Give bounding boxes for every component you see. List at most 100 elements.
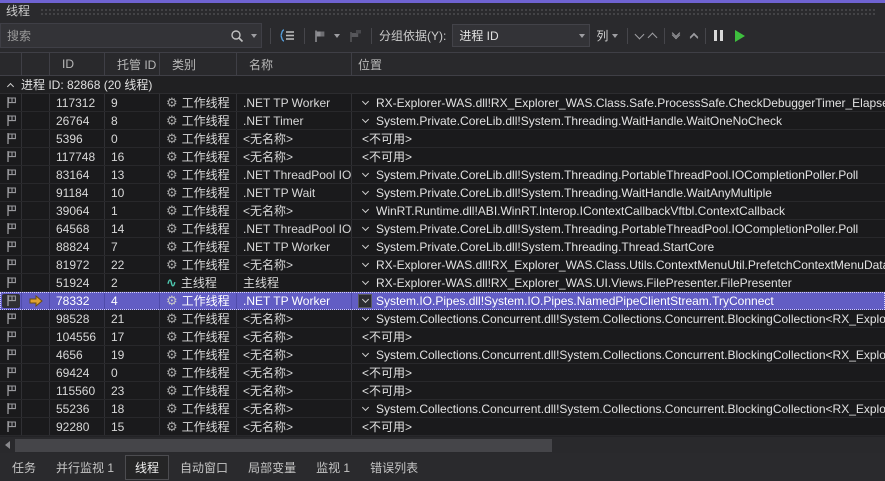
table-row[interactable]: 64568 14 工作线程 .NET ThreadPool IO System.… [0, 220, 885, 238]
flag-icon[interactable] [2, 294, 20, 308]
flag-cell[interactable] [0, 364, 22, 381]
flag-cell[interactable] [0, 112, 22, 129]
flag-cell[interactable] [0, 292, 22, 309]
tool-window-titlebar[interactable]: 线程 [0, 3, 885, 19]
column-header-current[interactable] [22, 53, 50, 75]
location-cell[interactable]: System.Private.CoreLib.dll!System.Thread… [352, 220, 885, 237]
process-group-header[interactable]: 进程 ID: 82868 (20 线程) [0, 76, 885, 94]
table-row[interactable]: 51924 2 主线程 主线程 RX-Explorer-WAS.dll!RX_E… [0, 274, 885, 292]
flag-cell[interactable] [0, 328, 22, 345]
tab-监视 1[interactable]: 监视 1 [307, 456, 359, 479]
expand-all-button[interactable] [670, 24, 682, 48]
search-input[interactable]: 搜索 [0, 23, 262, 48]
flag-cell[interactable] [0, 382, 22, 399]
flag-icon[interactable] [2, 168, 20, 182]
column-header-location[interactable]: 位置 [352, 53, 885, 75]
flag-icon[interactable] [2, 186, 20, 200]
flag-cell[interactable] [0, 238, 22, 255]
collapse-group-icon[interactable] [7, 83, 14, 90]
table-row[interactable]: 55236 18 工作线程 <无名称> System.Collections.C… [0, 400, 885, 418]
titlebar-drag-handle[interactable] [40, 7, 877, 15]
flag-icon[interactable] [2, 222, 20, 236]
flag-cell[interactable] [0, 256, 22, 273]
flag-cell[interactable] [0, 400, 22, 417]
location-cell[interactable]: RX-Explorer-WAS.dll!RX_Explorer_WAS.UI.V… [352, 274, 885, 291]
column-header-managed-id[interactable]: 托管 ID [105, 53, 160, 75]
expand-stack-chevron-icon[interactable] [358, 168, 372, 182]
flag-icon[interactable] [2, 150, 20, 164]
table-row[interactable]: 26764 8 工作线程 .NET Timer System.Private.C… [0, 112, 885, 130]
table-row[interactable]: 104556 17 工作线程 <无名称> <不可用> [0, 328, 885, 346]
location-cell[interactable]: System.Private.CoreLib.dll!System.Thread… [352, 238, 885, 255]
location-cell[interactable]: System.Private.CoreLib.dll!System.Thread… [352, 166, 885, 183]
tab-并行监视 1[interactable]: 并行监视 1 [47, 456, 123, 479]
thaw-thread-button[interactable] [730, 24, 748, 48]
table-row[interactable]: 69424 0 工作线程 <无名称> <不可用> [0, 364, 885, 382]
prev-frame-button[interactable] [646, 24, 659, 48]
flag-cell[interactable] [0, 166, 22, 183]
collapse-all-button[interactable] [688, 24, 700, 48]
flag-cell[interactable] [0, 202, 22, 219]
location-cell[interactable]: System.IO.Pipes.dll!System.IO.Pipes.Name… [352, 292, 885, 309]
location-cell[interactable]: System.Collections.Concurrent.dll!System… [352, 400, 885, 417]
expand-stack-chevron-icon[interactable] [358, 204, 372, 218]
location-cell[interactable]: <不可用> [352, 148, 885, 165]
column-header-category[interactable]: 类别 [160, 53, 237, 75]
expand-stack-chevron-icon[interactable] [358, 240, 372, 254]
flag-icon[interactable] [2, 276, 20, 290]
table-row[interactable]: 92280 15 工作线程 <无名称> <不可用> [0, 418, 885, 436]
location-cell[interactable]: <不可用> [352, 418, 885, 435]
column-header-name[interactable]: 名称 [237, 53, 352, 75]
table-row[interactable]: 83164 13 工作线程 .NET ThreadPool IO System.… [0, 166, 885, 184]
table-row[interactable]: 98528 21 工作线程 <无名称> System.Collections.C… [0, 310, 885, 328]
expand-stack-chevron-icon[interactable] [358, 222, 372, 236]
flag-icon[interactable] [2, 204, 20, 218]
location-cell[interactable]: WinRT.Runtime.dll!ABI.WinRT.Interop.ICon… [352, 202, 885, 219]
expand-stack-chevron-icon[interactable] [358, 294, 372, 308]
flag-cell[interactable] [0, 94, 22, 111]
location-cell[interactable]: RX-Explorer-WAS.dll!RX_Explorer_WAS.Clas… [352, 94, 885, 111]
horizontal-scrollbar[interactable] [0, 436, 885, 453]
location-cell[interactable]: System.Collections.Concurrent.dll!System… [352, 346, 885, 363]
flag-icon[interactable] [2, 240, 20, 254]
tab-任务[interactable]: 任务 [3, 456, 45, 479]
show-flagged-only-icon[interactable] [344, 24, 366, 48]
group-by-select[interactable]: 进程 ID [452, 24, 590, 47]
flag-icon[interactable] [2, 420, 20, 434]
expand-stack-chevron-icon[interactable] [358, 348, 372, 362]
flag-icon[interactable] [2, 132, 20, 146]
flag-cell[interactable] [0, 274, 22, 291]
location-cell[interactable]: <不可用> [352, 130, 885, 147]
scrollbar-thumb[interactable] [15, 439, 552, 452]
location-cell[interactable]: System.Private.CoreLib.dll!System.Thread… [352, 112, 885, 129]
table-row[interactable]: 117748 16 工作线程 <无名称> <不可用> [0, 148, 885, 166]
expand-stack-chevron-icon[interactable] [358, 186, 372, 200]
table-row[interactable]: 88824 7 工作线程 .NET TP Worker System.Priva… [0, 238, 885, 256]
table-row[interactable]: 115560 23 工作线程 <无名称> <不可用> [0, 382, 885, 400]
tab-错误列表[interactable]: 错误列表 [361, 456, 427, 479]
flag-icon[interactable] [2, 348, 20, 362]
magnifier-icon[interactable] [227, 24, 247, 48]
search-options-chevron-icon[interactable] [251, 34, 257, 38]
flag-cell[interactable] [0, 130, 22, 147]
flag-cell[interactable] [0, 346, 22, 363]
table-row[interactable]: 4656 19 工作线程 <无名称> System.Collections.Co… [0, 346, 885, 364]
flag-cell[interactable] [0, 220, 22, 237]
location-cell[interactable]: <不可用> [352, 382, 885, 399]
flag-cell[interactable] [0, 148, 22, 165]
table-row[interactable]: 5396 0 工作线程 <无名称> <不可用> [0, 130, 885, 148]
flag-icon[interactable] [2, 330, 20, 344]
flag-icon[interactable] [2, 402, 20, 416]
location-cell[interactable]: System.Private.CoreLib.dll!System.Thread… [352, 184, 885, 201]
flag-cell[interactable] [0, 184, 22, 201]
expand-stack-chevron-icon[interactable] [358, 96, 372, 110]
location-cell[interactable]: RX-Explorer-WAS.dll!RX_Explorer_WAS.Clas… [352, 256, 885, 273]
tab-线程[interactable]: 线程 [125, 455, 169, 480]
expand-stack-chevron-icon[interactable] [358, 258, 372, 272]
flag-cell[interactable] [0, 418, 22, 435]
flag-cell[interactable] [0, 310, 22, 327]
flag-icon[interactable] [2, 312, 20, 326]
location-cell[interactable]: <不可用> [352, 364, 885, 381]
table-row[interactable]: 117312 9 工作线程 .NET TP Worker RX-Explorer… [0, 94, 885, 112]
tab-局部变量[interactable]: 局部变量 [239, 456, 305, 479]
